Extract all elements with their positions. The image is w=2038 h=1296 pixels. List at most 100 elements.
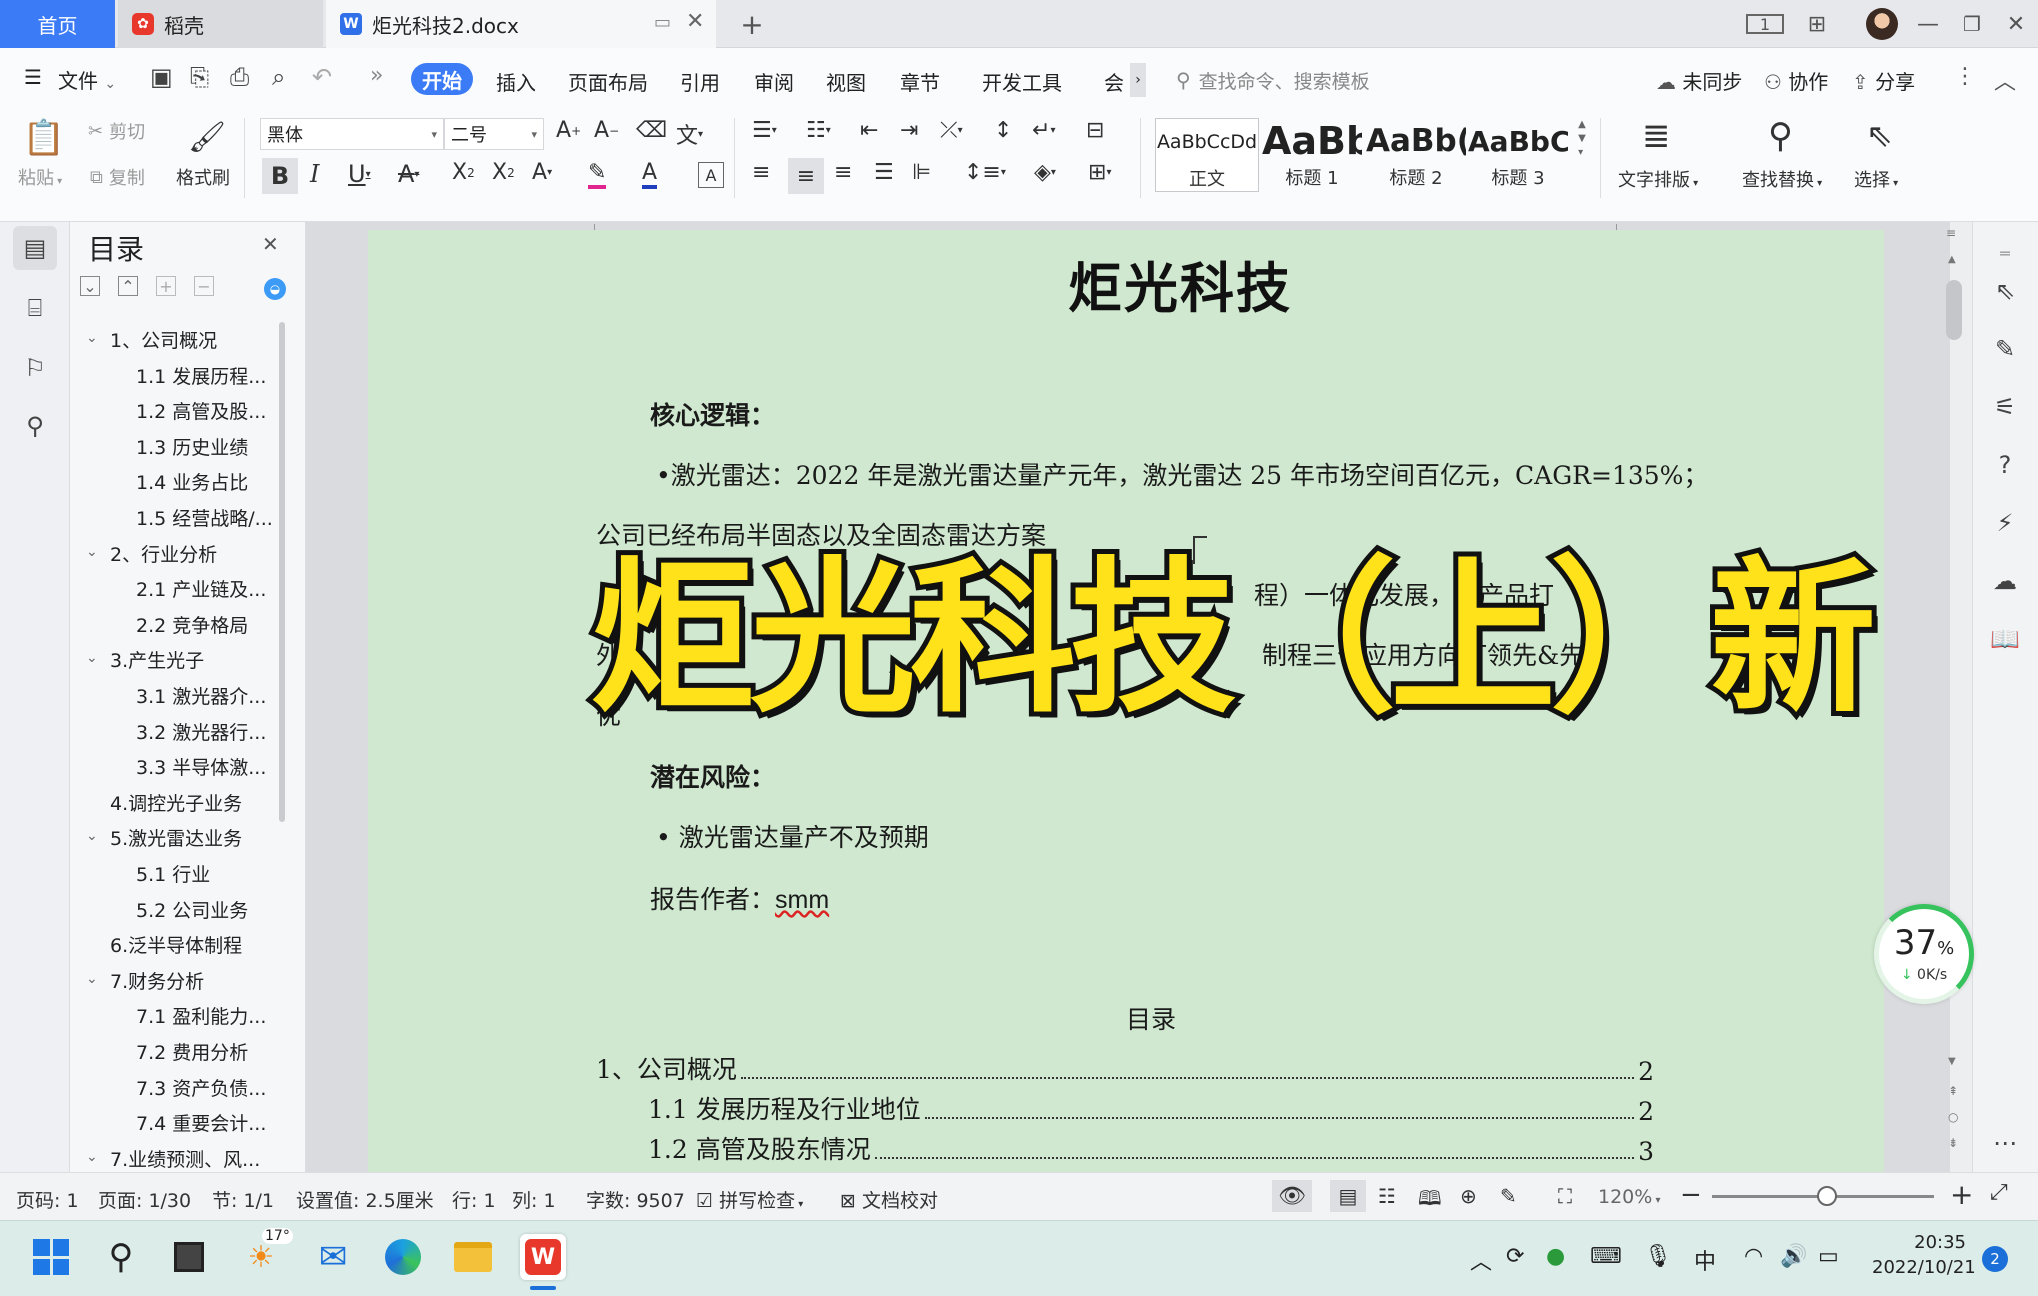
menu-file[interactable]: 文件 ⌄	[58, 65, 116, 94]
strikethrough-button[interactable]: A ▾	[398, 160, 419, 188]
chapter-nav-icon[interactable]: ⌸	[13, 286, 57, 330]
notification-badge[interactable]: 2	[1982, 1246, 2008, 1272]
toc-expand-icon[interactable]: ⌄	[86, 544, 98, 560]
scroll-thumb[interactable]	[1946, 280, 1962, 340]
close-panel-icon[interactable]: ✕	[262, 232, 279, 256]
ime-indicator[interactable]: 中	[1694, 1244, 1716, 1276]
menu-references[interactable]: 引用	[680, 67, 720, 96]
more-options-icon[interactable]: ⋮	[1954, 64, 1976, 89]
doc-proof-button[interactable]: ⊠ 文档校对	[840, 1186, 938, 1213]
align-left-icon[interactable]: ≡	[752, 160, 770, 185]
mail-app-icon[interactable]: ✉	[310, 1234, 356, 1280]
menu-page-layout[interactable]: 页面布局	[568, 67, 648, 96]
toc-item[interactable]: 3.2 激光器行...	[136, 718, 280, 745]
toc-item[interactable]: 3.产生光子	[110, 646, 280, 673]
copy-button[interactable]: ⧉ 复制	[90, 164, 145, 190]
adjust-icon[interactable]: ⚟	[1990, 392, 2020, 422]
task-view-icon[interactable]	[166, 1234, 212, 1280]
subscript-button[interactable]: X2	[492, 160, 515, 185]
zoom-slider-knob[interactable]	[1817, 1186, 1837, 1206]
zoom-level-select[interactable]: 120% ▾	[1598, 1186, 1661, 1208]
menu-view[interactable]: 视图	[826, 67, 866, 96]
toc-expand-icon[interactable]: ⌄	[86, 971, 98, 987]
text-effect-button[interactable]: A ▾	[532, 160, 552, 185]
phonetic-guide-icon[interactable]: 文 ▾	[676, 118, 703, 150]
export-pdf-icon[interactable]: ⎘	[190, 63, 209, 91]
toc-item[interactable]: 7.业绩预测、风...	[110, 1145, 280, 1172]
toc-item[interactable]: 7.2 费用分析	[136, 1038, 280, 1065]
close-tab-icon[interactable]: ✕	[686, 9, 704, 34]
start-button[interactable]	[28, 1234, 74, 1280]
wifi-icon[interactable]: ◠	[1744, 1244, 1763, 1269]
status-page[interactable]: 页面: 1/30	[98, 1186, 191, 1213]
toc-item[interactable]: 5.1 行业	[136, 860, 280, 887]
toc-item[interactable]: 2.2 竞争格局	[136, 611, 280, 638]
layout-icon[interactable]: 1	[1746, 14, 1784, 34]
superscript-button[interactable]: X2	[452, 160, 475, 185]
chinese-layout-icon[interactable]: ⤫ ▾	[940, 118, 963, 143]
format-painter-button[interactable]: 格式刷	[176, 164, 230, 190]
battery-icon[interactable]: ▭	[1818, 1244, 1839, 1269]
align-center-icon[interactable]: ≡	[788, 158, 824, 194]
clear-format-icon[interactable]: ⌫	[636, 118, 667, 143]
toc-item[interactable]: 1.4 业务占比	[136, 468, 280, 495]
toc-item[interactable]: 5.激光雷达业务	[110, 824, 280, 851]
menu-more-icon[interactable]: ›	[1130, 63, 1146, 97]
undo-icon[interactable]: ↶	[312, 63, 332, 91]
cut-button[interactable]: ✂ 剪切	[88, 118, 145, 144]
remove-heading-icon[interactable]: −	[194, 276, 214, 296]
char-border-button[interactable]: A	[698, 162, 724, 188]
magnifier-icon[interactable]: ⚲	[1768, 116, 1793, 156]
more-tools-icon[interactable]: ⋯	[1990, 1128, 2020, 1158]
tray-expand-icon[interactable]: ︿	[1470, 1244, 1492, 1276]
distribute-icon[interactable]: ⊫	[912, 160, 931, 185]
numbering-icon[interactable]: ☷ ▾	[806, 118, 831, 143]
cloud-doc-icon[interactable]: ☁	[1990, 566, 2020, 596]
web-view-icon[interactable]: ⊕	[1460, 1184, 1477, 1208]
fit-page-icon[interactable]: ⛶	[1558, 1184, 1572, 1208]
zoom-in-icon[interactable]: +	[1950, 1178, 1973, 1211]
text-layout-icon[interactable]: ≣	[1642, 116, 1671, 156]
pen-icon[interactable]: ✎	[1990, 334, 2020, 364]
font-size-select[interactable]: 二号 ▾	[444, 118, 544, 150]
toc-item[interactable]: 3.3 半导体激...	[136, 753, 280, 780]
next-page-icon[interactable]: ⇟	[1948, 1136, 1958, 1150]
style-heading-3[interactable]: AaBbC 标题 3	[1466, 118, 1570, 192]
toc-panel-icon[interactable]: ▤	[13, 226, 57, 270]
pointer-icon[interactable]: ⇖	[1990, 276, 2020, 306]
bookmark-icon[interactable]: ⚐	[13, 346, 57, 390]
grow-font-icon[interactable]: A +	[556, 118, 581, 143]
ai-assist-icon[interactable]: ⚡	[1990, 508, 2020, 538]
increase-indent-icon[interactable]: ⇥	[900, 118, 918, 143]
text-layout-button[interactable]: 文字排版 ▾	[1618, 166, 1698, 192]
share-button[interactable]: ⇪ 分享	[1852, 66, 1915, 95]
network-speed-widget[interactable]: 37% ↓ 0K/s	[1874, 904, 1974, 1004]
vertical-scrollbar[interactable]	[1950, 222, 1972, 1172]
clock[interactable]: 20:35 2022/10/21	[1872, 1232, 1976, 1278]
toc-item[interactable]: 2.1 产业链及...	[136, 575, 280, 602]
tray-sync-icon[interactable]: ⟳	[1506, 1244, 1524, 1269]
avatar[interactable]	[1866, 8, 1898, 40]
close-window-icon[interactable]: ✕	[2002, 10, 2030, 38]
toc-item[interactable]: 7.3 资产负债...	[136, 1074, 280, 1101]
eye-protect-icon[interactable]: 👁	[1272, 1180, 1312, 1212]
italic-button[interactable]: I	[310, 160, 319, 188]
menu-chapter[interactable]: 章节	[900, 67, 940, 96]
paste-icon[interactable]: 📋	[22, 116, 66, 160]
menu-dev-tools[interactable]: 开发工具	[982, 67, 1062, 96]
weather-widget[interactable]: ☀ 17°	[238, 1228, 293, 1280]
toc-expand-icon[interactable]: ⌄	[86, 330, 98, 346]
outline-view-icon[interactable]: ☷	[1378, 1184, 1396, 1208]
toc-scrollbar[interactable]	[279, 322, 285, 822]
wps-app-icon[interactable]: W	[520, 1234, 566, 1280]
status-word-count[interactable]: 字数: 9507	[586, 1186, 685, 1213]
tray-security-icon[interactable]: ●	[1546, 1244, 1565, 1269]
add-heading-icon[interactable]: +	[156, 276, 176, 296]
menu-start[interactable]: 开始	[411, 63, 473, 95]
apps-grid-icon[interactable]: ⊞	[1803, 10, 1831, 38]
style-normal[interactable]: AaBbCcDd 正文	[1155, 118, 1259, 192]
volume-icon[interactable]: 🔊	[1780, 1244, 1807, 1269]
style-heading-2[interactable]: AaBb( 标题 2	[1364, 118, 1468, 192]
search-icon[interactable]: ⚲	[13, 404, 57, 448]
collapse-all-icon[interactable]: ⌃	[118, 276, 138, 296]
